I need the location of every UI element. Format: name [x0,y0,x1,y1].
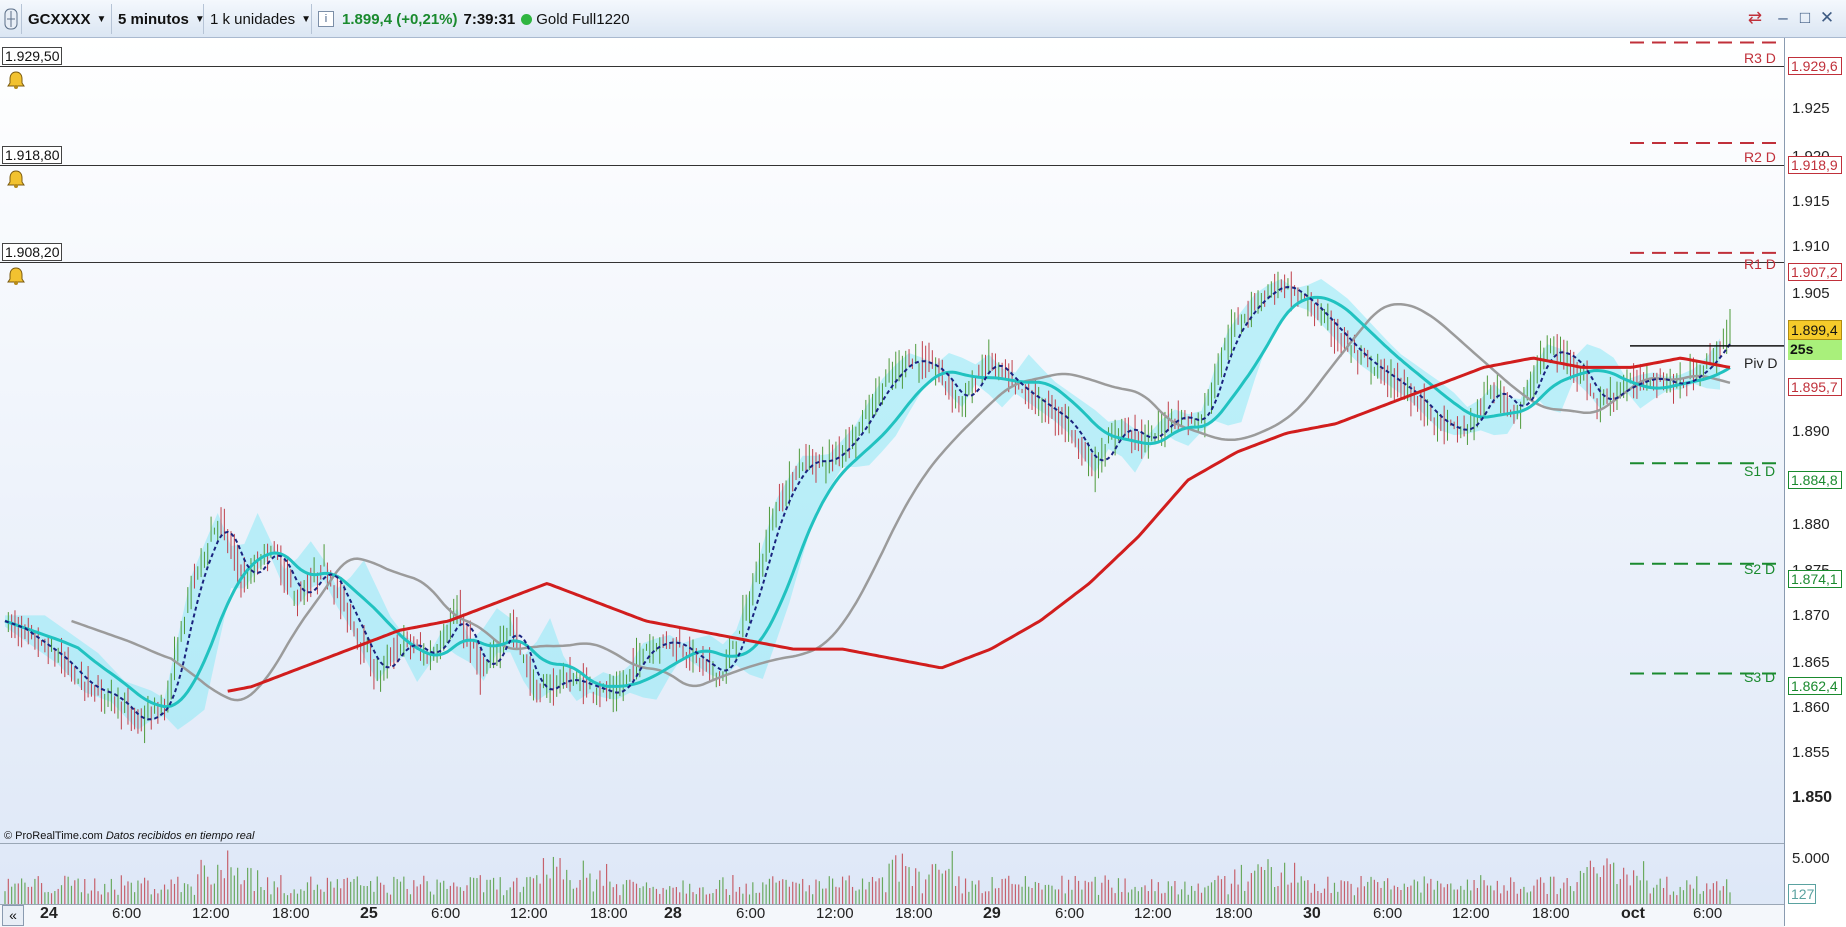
x-tick: 6:00 [1693,905,1723,922]
x-tick: oct [1621,905,1645,922]
pivot-label-s2: S2 D [1744,561,1776,577]
pivot-label-piv: Piv D [1744,355,1778,371]
timeframe-label: 5 minutos [118,10,189,28]
double-left-arrow-icon[interactable]: « [2,905,24,926]
alert-line-2[interactable] [0,165,1784,166]
y-tick: 1.905 [1792,285,1830,302]
alert-price-1[interactable]: 1.929,50 [2,47,62,65]
x-tick: 12:00 [816,905,854,922]
alert-price-2[interactable]: 1.918,80 [2,146,62,164]
x-tick: 30 [1303,905,1321,922]
chart-toolbar: GCXXXX ▼ 5 minutos ▼ 1 k unidades ▼ i 1.899… [0,0,1846,38]
current-price-badge: 1.899,4 [1788,320,1842,340]
volume-tick: 5.000 [1792,850,1830,867]
x-tick: 25 [360,905,378,922]
swap-icon[interactable]: ⇄ [1746,9,1764,27]
units-selector[interactable]: 1 k unidades ▼ [204,4,312,34]
feed-label: Gold Full1220 [536,10,630,28]
quote-info: i 1.899,4 (+0,21%) 7:39:31 Gold Full1220 [312,4,642,34]
symbol-label: GCXXXX [28,10,91,28]
pivot-value-s3: 1.862,4 [1788,677,1842,695]
pivot-value-s1: 1.884,8 [1788,471,1842,489]
time-axis[interactable] [0,904,1784,927]
x-tick: 12:00 [192,905,230,922]
pivot-label-s1: S1 D [1744,463,1776,479]
pivot-value-piv: 1.895,7 [1788,378,1842,396]
y-tick: 1.925 [1792,100,1830,117]
x-tick: 6:00 [1055,905,1085,922]
alert-line-3[interactable] [0,262,1784,263]
price-chart[interactable] [0,38,1846,926]
copyright-label: © ProRealTime.com [4,830,103,842]
y-tick: 1.870 [1792,607,1830,624]
x-tick: 12:00 [510,905,548,922]
x-tick: 28 [664,905,682,922]
y-tick: 1.915 [1792,193,1830,210]
y-tick: 1.865 [1792,654,1830,671]
x-tick: 24 [40,905,58,922]
alert-line-1[interactable] [0,66,1784,67]
minimize-icon[interactable]: – [1774,9,1792,27]
price-change: 1.899,4 (+0,21%) [342,10,458,28]
realtime-label: Datos recibidos en tiempo real [105,830,255,842]
bell-icon[interactable] [5,169,27,189]
x-tick: 18:00 [895,905,933,922]
y-tick: 1.850 [1792,789,1833,806]
volume-current-badge: 127 [1788,884,1816,904]
bell-icon[interactable] [5,266,27,286]
units-label: 1 k unidades [210,10,296,28]
pivot-label-s3: S3 D [1744,669,1776,685]
symbol-selector[interactable]: GCXXXX ▼ [22,4,112,34]
x-tick: 18:00 [1215,905,1253,922]
clock-time: 7:39:31 [463,10,516,28]
y-tick: 1.880 [1792,516,1830,533]
pivot-value-r1: 1.907,2 [1788,263,1842,281]
x-tick: 6:00 [736,905,766,922]
close-icon[interactable]: ✕ [1818,9,1836,27]
x-tick: 18:00 [1532,905,1570,922]
pivot-value-r2: 1.918,9 [1788,156,1842,174]
y-tick: 1.910 [1792,238,1830,255]
pivot-label-r2: R2 D [1744,149,1776,165]
countdown-badge: 25s [1788,340,1842,360]
x-tick: 6:00 [112,905,142,922]
maximize-icon[interactable]: □ [1796,9,1814,27]
x-tick: 29 [983,905,1001,922]
alert-price-3[interactable]: 1.908,20 [2,243,62,261]
pivot-value-s2: 1.874,1 [1788,570,1842,588]
volume-separator [0,843,1784,844]
x-tick: 12:00 [1134,905,1172,922]
bell-icon[interactable] [5,70,27,90]
status-dot-icon [521,13,533,25]
x-tick: 12:00 [1452,905,1490,922]
x-tick: 18:00 [272,905,310,922]
y-tick: 1.860 [1792,699,1830,716]
pivot-value-r3: 1.929,6 [1788,57,1842,75]
x-tick: 6:00 [431,905,461,922]
y-tick: 1.890 [1792,423,1830,440]
x-tick: 18:00 [590,905,628,922]
chart-canvas[interactable] [0,38,1784,926]
y-tick: 1.855 [1792,744,1830,761]
grid-icon[interactable] [0,4,22,34]
x-tick: 6:00 [1373,905,1403,922]
pivot-label-r3: R3 D [1744,50,1776,66]
pivot-label-r1: R1 D [1744,256,1776,272]
info-icon[interactable]: i [318,11,334,27]
chevron-down-icon: ▼ [301,13,311,25]
credits-line: © ProRealTime.com Datos recibidos en tie… [4,830,254,842]
chevron-down-icon: ▼ [96,13,107,25]
timeframe-selector[interactable]: 5 minutos ▼ [112,4,205,34]
